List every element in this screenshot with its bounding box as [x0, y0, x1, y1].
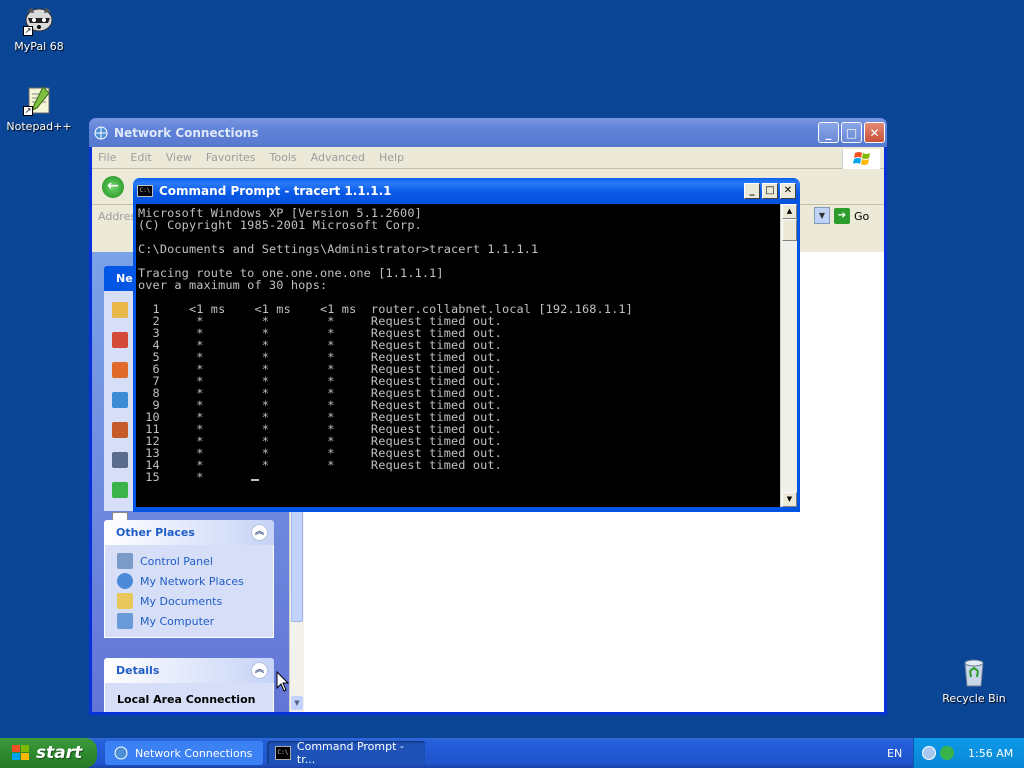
task-icon[interactable] — [112, 392, 128, 408]
back-arrow-icon[interactable]: ← — [102, 176, 124, 198]
other-places-header[interactable]: Other Places ︽ — [104, 520, 274, 545]
clock[interactable]: 1:56 AM — [968, 747, 1013, 760]
taskbar-button-command-prompt[interactable]: C:\ Command Prompt - tr... — [267, 740, 425, 766]
desktop-icon-label: Notepad++ — [6, 120, 72, 133]
link-my-documents[interactable]: My Documents — [117, 591, 273, 611]
close-button[interactable]: ✕ — [780, 182, 796, 199]
close-button[interactable]: ✕ — [864, 122, 885, 143]
menu-help[interactable]: Help — [379, 151, 404, 164]
recycle-bin-icon — [958, 656, 990, 688]
console-line: 14 * * * Request timed out. — [138, 458, 502, 472]
menu-edit[interactable]: Edit — [130, 151, 151, 164]
command-prompt-icon: C:\ — [275, 746, 291, 760]
task-icon[interactable] — [112, 482, 128, 498]
link-label: My Documents — [140, 594, 223, 608]
details-item: Local Area Connection — [117, 693, 256, 706]
minimize-button[interactable]: _ — [744, 182, 760, 199]
start-label: start — [36, 743, 83, 763]
computer-icon — [117, 613, 133, 629]
task-icon[interactable] — [112, 362, 128, 378]
maximize-button[interactable]: □ — [841, 122, 862, 143]
taskbar: start Network Connections C:\ Command Pr… — [0, 738, 1024, 768]
window-title: Network Connections — [114, 125, 259, 140]
network-status-icon[interactable] — [940, 746, 954, 760]
console-line: over a maximum of 30 hops: — [138, 278, 328, 292]
link-label: Control Panel — [140, 554, 213, 568]
start-button[interactable]: start — [0, 738, 97, 768]
scroll-up-icon[interactable]: ▲ — [782, 204, 797, 219]
minimize-button[interactable]: _ — [818, 122, 839, 143]
desktop-icon-notepadpp[interactable]: ↗ Notepad++ — [1, 84, 77, 133]
go-arrow-icon: ➔ — [834, 208, 850, 224]
title-bar[interactable]: Network Connections _ □ ✕ — [89, 118, 887, 147]
task-icon[interactable] — [112, 302, 128, 318]
taskbar-button-network-connections[interactable]: Network Connections — [105, 741, 263, 765]
link-label: My Computer — [140, 614, 215, 628]
console-line: C:\Documents and Settings\Administrator>… — [138, 242, 539, 256]
notepad-icon: ↗ — [23, 84, 55, 116]
menu-bar: File Edit View Favorites Tools Advanced … — [92, 147, 884, 169]
collapse-chevron-icon[interactable]: ︽ — [251, 524, 268, 541]
go-label: Go — [854, 209, 870, 223]
details-body: Local Area Connection — [104, 683, 274, 712]
menu-file[interactable]: File — [98, 151, 116, 164]
console-line: 15 * — [138, 470, 204, 484]
link-my-network-places[interactable]: My Network Places — [117, 571, 273, 591]
text-cursor — [251, 479, 259, 481]
desktop-icon-mypal[interactable]: ↗ MyPal 68 — [1, 4, 77, 53]
language-indicator[interactable]: EN — [887, 747, 902, 760]
other-places-box: Other Places ︽ Control Panel My Network … — [104, 520, 274, 638]
taskbar-button-label: Command Prompt - tr... — [296, 740, 404, 766]
command-prompt-icon: C:\ — [137, 184, 153, 197]
link-label: My Network Places — [140, 574, 244, 588]
menu-tools[interactable]: Tools — [270, 151, 297, 164]
mouse-pointer-icon — [276, 670, 290, 696]
command-prompt-window: C:\ Command Prompt - tracert 1.1.1.1 _ □… — [133, 178, 800, 512]
menu-favorites[interactable]: Favorites — [206, 151, 256, 164]
task-icon[interactable] — [112, 332, 128, 348]
other-places-body: Control Panel My Network Places My Docum… — [104, 545, 274, 638]
console-line: (C) Copyright 1985-2001 Microsoft Corp. — [138, 218, 422, 232]
menu-view[interactable]: View — [166, 151, 192, 164]
details-box: Details ︽ Local Area Connection — [104, 658, 274, 712]
menu-advanced[interactable]: Advanced — [311, 151, 365, 164]
system-tray: 1:56 AM — [913, 738, 1024, 768]
window-title: Command Prompt - tracert 1.1.1.1 — [159, 183, 392, 198]
details-header[interactable]: Details ︽ — [104, 658, 274, 683]
other-places-title: Other Places — [116, 526, 195, 539]
console-scrollbar[interactable]: ▲ ▼ — [780, 204, 797, 507]
task-icon[interactable] — [112, 422, 128, 438]
maximize-button[interactable]: □ — [762, 182, 778, 199]
taskbar-button-label: Network Connections — [135, 746, 253, 760]
control-panel-icon — [117, 553, 133, 569]
network-places-icon — [117, 573, 133, 589]
console-area[interactable]: Microsoft Windows XP [Version 5.1.2600](… — [136, 204, 797, 507]
raccoon-icon: ↗ — [23, 4, 55, 36]
link-control-panel[interactable]: Control Panel — [117, 551, 273, 571]
folder-icon — [117, 593, 133, 609]
link-my-computer[interactable]: My Computer — [117, 611, 273, 631]
windows-flag-icon — [10, 744, 30, 762]
console-output: Microsoft Windows XP [Version 5.1.2600](… — [138, 207, 774, 505]
title-bar[interactable]: C:\ Command Prompt - tracert 1.1.1.1 _ □… — [133, 178, 800, 203]
scroll-down-icon[interactable]: ▼ — [291, 696, 303, 710]
details-title: Details — [116, 664, 160, 677]
task-icon[interactable] — [112, 452, 128, 468]
scrollbar-thumb[interactable] — [782, 219, 797, 241]
scroll-down-icon[interactable]: ▼ — [782, 492, 797, 507]
go-button[interactable]: ➔ Go — [834, 207, 882, 225]
desktop-icon-recycle-bin[interactable]: Recycle Bin — [936, 656, 1012, 705]
network-connections-icon — [93, 125, 109, 141]
address-dropdown-button[interactable]: ▼ — [814, 207, 830, 224]
volume-icon[interactable] — [922, 746, 936, 760]
collapse-chevron-icon[interactable]: ︽ — [251, 662, 268, 679]
address-label: Addres — [98, 210, 137, 223]
desktop-icon-label: MyPal 68 — [14, 40, 64, 53]
desktop-icon-label: Recycle Bin — [942, 692, 1006, 705]
network-connections-icon — [113, 746, 129, 760]
windows-logo-icon — [842, 149, 880, 169]
